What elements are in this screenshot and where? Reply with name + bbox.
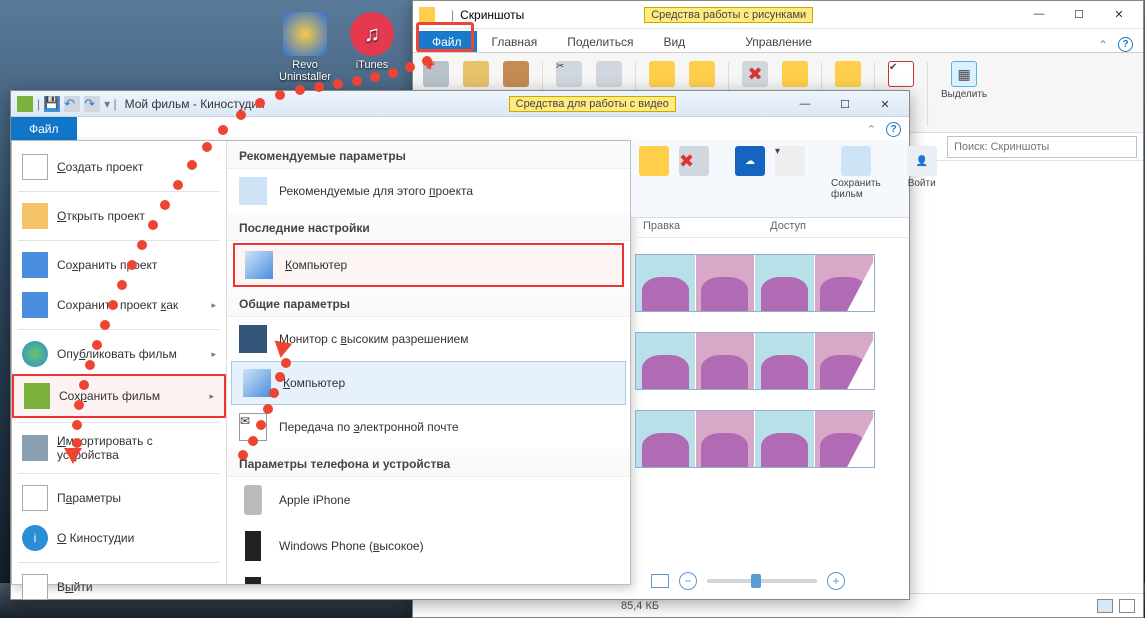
ribbon-delete[interactable]: ✖ <box>738 58 772 92</box>
clip[interactable] <box>635 254 875 312</box>
file-menu: Создать проект Открыть проект Сохранить … <box>11 140 631 585</box>
ribbon-newfolder[interactable] <box>831 58 865 92</box>
menu-save-as[interactable]: Сохранить проект как▸ <box>12 285 226 325</box>
help-icon[interactable]: ? <box>1118 37 1133 52</box>
tab-home[interactable]: Главная <box>477 31 553 52</box>
desktop-icon-itunes[interactable]: ♫ iTunes <box>342 12 402 71</box>
opt-computer-common[interactable]: Компьютер <box>231 361 626 405</box>
context-tab-hint: Средства работы с рисунками <box>644 7 813 23</box>
window-title: Скриншоты <box>460 8 524 22</box>
ribbon-signin[interactable]: 👤Войти <box>907 146 937 189</box>
explorer-titlebar[interactable]: | Скриншоты Средства работы с рисунками … <box>413 1 1143 29</box>
zoom-in[interactable]: + <box>827 572 845 590</box>
ribbon-rename[interactable] <box>778 58 812 92</box>
close-button[interactable]: ✕ <box>865 91 905 117</box>
undo-icon[interactable]: ↶ <box>64 96 80 112</box>
menu-publish-movie[interactable]: Опубликовать фильм▸ <box>12 334 226 374</box>
opt-recommended-project[interactable]: Рекомендуемые для этого проекта <box>227 169 630 213</box>
cat-edit: Правка <box>643 220 680 235</box>
file-menu-left: Создать проект Открыть проект Сохранить … <box>12 141 227 584</box>
window-title: Мой фильм - Киностудия <box>125 97 265 111</box>
ribbon-toggle-icon[interactable]: ⌃ <box>1098 38 1108 52</box>
fit-icon[interactable] <box>651 574 669 588</box>
desktop-icon-label: Revo Uninstaller <box>279 59 331 83</box>
view-large-icon[interactable] <box>1119 599 1135 613</box>
clip[interactable] <box>635 332 875 390</box>
tab-file[interactable]: Файл <box>11 117 77 141</box>
minimize-button[interactable]: — <box>1019 1 1059 27</box>
explorer-tabs: Файл Главная Поделиться Вид Управление ⌃… <box>413 29 1143 53</box>
cat-access: Доступ <box>770 220 806 235</box>
ribbon-moveto[interactable] <box>645 58 679 92</box>
opt-wp-low[interactable]: Windows Phone (низкое) <box>227 569 630 584</box>
maximize-button[interactable]: ☐ <box>1059 1 1099 27</box>
ribbon-copy[interactable] <box>459 58 493 92</box>
itunes-icon: ♫ <box>350 12 394 56</box>
ribbon-cut[interactable]: ✂ <box>552 58 586 92</box>
zoom-out[interactable]: − <box>679 572 697 590</box>
ribbon-btn[interactable] <box>639 146 669 176</box>
tab-view[interactable]: Вид <box>648 31 700 52</box>
section-common: Общие параметры <box>227 289 630 317</box>
ribbon-save-movie[interactable]: Сохранить фильм <box>831 146 881 200</box>
ribbon-copypath[interactable] <box>592 58 626 92</box>
folder-icon <box>419 7 435 23</box>
ribbon-paste[interactable] <box>499 58 533 92</box>
section-recommended: Рекомендуемые параметры <box>227 141 630 169</box>
tab-file[interactable]: Файл <box>417 31 477 52</box>
maximize-button[interactable]: ☐ <box>825 91 865 117</box>
ribbon-copyto[interactable] <box>685 58 719 92</box>
ribbon-properties[interactable]: ✔ <box>884 58 918 92</box>
ribbon-select[interactable]: ▦ Выделить <box>937 58 991 103</box>
redo-icon[interactable]: ↷ <box>84 96 100 112</box>
ribbon-more[interactable]: ▾ <box>775 146 805 176</box>
menu-about[interactable]: iО Киностудии <box>12 518 226 558</box>
moviemaker-titlebar[interactable]: | 💾 ↶ ↷ ▾ | Мой фильм - Киностудия Средс… <box>11 91 909 117</box>
menu-open-project[interactable]: Открыть проект <box>12 196 226 236</box>
help-icon[interactable]: ? <box>886 122 901 137</box>
clip[interactable] <box>635 410 875 468</box>
context-tab-hint: Средства для работы с видео <box>509 96 676 112</box>
opt-computer-recent[interactable]: Компьютер <box>233 243 624 287</box>
app-icon <box>283 12 327 56</box>
ribbon-label: Выделить <box>941 89 987 100</box>
quick-access-toolbar: | 💾 ↶ ↷ ▾ | <box>17 96 117 112</box>
timeline[interactable] <box>631 246 897 539</box>
menu-import-device[interactable]: Импортировать с устройства <box>12 427 226 469</box>
menu-exit[interactable]: Выйти <box>12 567 226 607</box>
section-phone: Параметры телефона и устройства <box>227 449 630 477</box>
tab-manage[interactable]: Управление <box>730 31 827 52</box>
search-input[interactable] <box>947 136 1137 158</box>
zoom-slider[interactable] <box>707 579 817 583</box>
desktop-icon-label: iTunes <box>356 59 389 71</box>
status-size: 85,4 КБ <box>621 600 659 612</box>
minimize-button[interactable]: — <box>785 91 825 117</box>
opt-wp-high[interactable]: Windows Phone (высокое) <box>227 523 630 569</box>
section-recent: Последние настройки <box>227 213 630 241</box>
opt-email[interactable]: ✉Передача по электронной почте <box>227 405 630 449</box>
save-icon[interactable]: 💾 <box>44 96 60 112</box>
menu-params[interactable]: Параметры <box>12 478 226 518</box>
app-icon <box>17 96 33 112</box>
close-button[interactable]: ✕ <box>1099 1 1139 27</box>
ribbon-btn[interactable]: ✖ <box>679 146 709 176</box>
view-details-icon[interactable] <box>1097 599 1113 613</box>
moviemaker-ribbon-right: ✖ ☁ ▾ Сохранить фильм 👤Войти <box>631 140 909 218</box>
zoom-bar: − + <box>651 569 897 593</box>
menu-save-movie[interactable]: Сохранить фильм▸ <box>12 374 226 418</box>
ribbon-toggle-icon[interactable]: ⌃ <box>867 123 876 136</box>
desktop-icon-revo[interactable]: Revo Uninstaller <box>275 12 335 83</box>
menu-save-project[interactable]: Сохранить проект <box>12 245 226 285</box>
moviemaker-window: | 💾 ↶ ↷ ▾ | Мой фильм - Киностудия Средс… <box>10 90 910 600</box>
tab-share[interactable]: Поделиться <box>552 31 648 52</box>
ribbon-onedrive[interactable]: ☁ <box>735 146 765 176</box>
ribbon-categories: Правка Доступ <box>631 218 909 238</box>
opt-iphone[interactable]: Apple iPhone <box>227 477 630 523</box>
